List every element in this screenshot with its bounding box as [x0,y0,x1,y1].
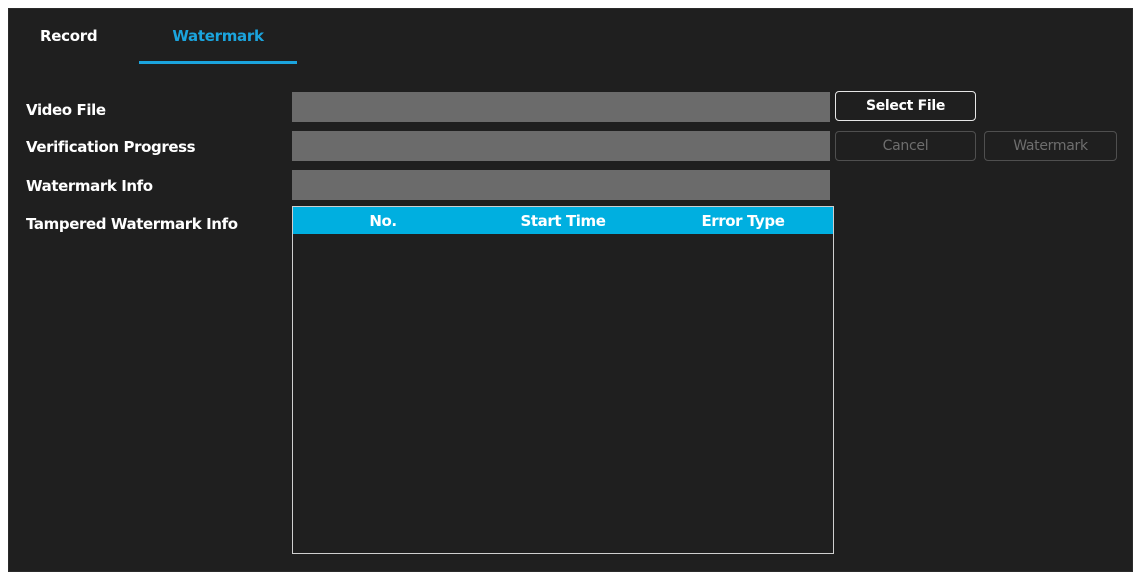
active-tab-indicator [139,61,297,64]
cancel-button[interactable]: Cancel [835,131,976,161]
table-header: No. Start Time Error Type [293,207,833,234]
tab-bar: Record Watermark [9,9,1132,65]
watermark-panel: Record Watermark Video File Select File … [8,8,1133,572]
column-header-start-time: Start Time [520,211,606,230]
watermark-info-field [292,170,830,200]
verification-progress-label: Verification Progress [26,138,196,156]
verification-progress-bar [292,131,830,161]
tampered-watermark-info-label: Tampered Watermark Info [26,215,238,233]
video-file-label: Video File [26,101,106,119]
column-header-no: No. [369,211,397,230]
tab-record[interactable]: Record [40,27,98,65]
tampered-watermark-table: No. Start Time Error Type [292,206,834,554]
tab-watermark[interactable]: Watermark [139,27,297,65]
watermark-button[interactable]: Watermark [984,131,1117,161]
watermark-info-label: Watermark Info [26,177,153,195]
video-file-field[interactable] [292,92,830,122]
select-file-button[interactable]: Select File [835,91,976,121]
column-header-error-type: Error Type [701,211,785,230]
